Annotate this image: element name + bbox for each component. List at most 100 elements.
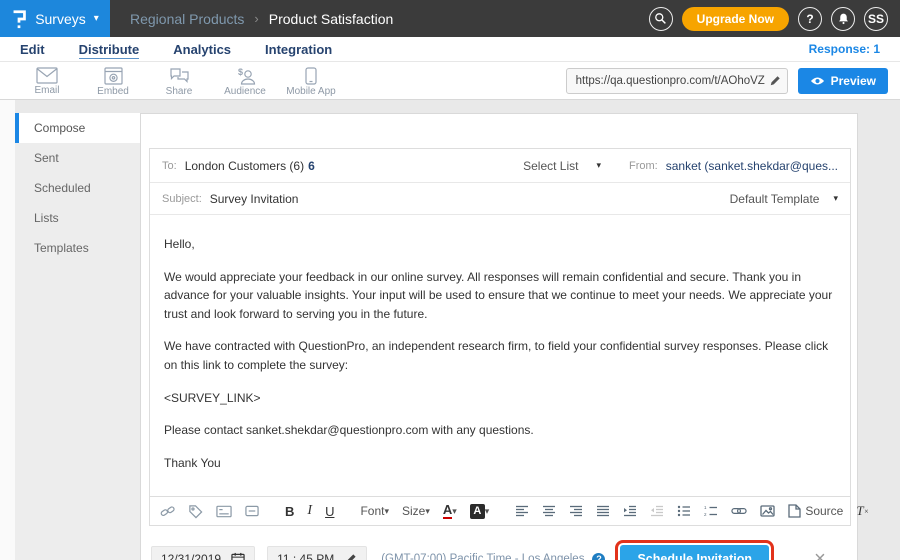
justify-icon bbox=[596, 505, 610, 517]
toolbar-item-audience[interactable]: $ Audience bbox=[212, 65, 278, 97]
button-widget-button[interactable] bbox=[245, 505, 259, 517]
select-list-dropdown[interactable]: Select List ▾ bbox=[523, 159, 601, 173]
pencil-icon bbox=[769, 75, 781, 87]
source-button[interactable]: Source bbox=[788, 504, 843, 518]
bullet-list-icon bbox=[677, 505, 691, 517]
email-icon bbox=[36, 67, 58, 84]
time-picker[interactable]: 11 : 45 PM bbox=[267, 546, 367, 560]
search-icon bbox=[654, 12, 667, 25]
pencil-icon bbox=[344, 553, 357, 560]
align-center-button[interactable] bbox=[542, 505, 556, 517]
toolbar-item-embed[interactable]: Embed bbox=[80, 65, 146, 97]
survey-url-field[interactable]: https://qa.questionpro.com/t/AOhoVZfqml bbox=[566, 68, 788, 94]
to-row: To: London Customers (6) 6 Select List ▾… bbox=[150, 149, 850, 183]
toolbar-item-mobile-app[interactable]: Mobile App bbox=[278, 65, 344, 97]
card-button[interactable] bbox=[216, 505, 232, 518]
timezone-label: (GMT-07:00) Pacific Time - Los Angeles bbox=[381, 553, 584, 560]
link-icon bbox=[731, 506, 747, 516]
to-label: To: bbox=[162, 160, 177, 172]
bell-icon bbox=[837, 12, 850, 25]
date-value: 12/31/2019 bbox=[161, 552, 221, 560]
bold-button[interactable]: B bbox=[285, 504, 294, 519]
card-icon bbox=[216, 505, 232, 518]
schedule-row: 12/31/2019 11 : 45 PM (GMT-07:00) Pacifi… bbox=[151, 540, 857, 560]
email-compose-box: To: London Customers (6) 6 Select List ▾… bbox=[149, 148, 851, 526]
size-dropdown[interactable]: Size ▾ bbox=[402, 504, 430, 518]
underline-button[interactable]: U bbox=[325, 504, 334, 519]
from-group: From: sanket (sanket.shekdar@ques... bbox=[629, 159, 838, 173]
font-dropdown[interactable]: Font ▾ bbox=[360, 504, 389, 518]
toolbar-item-email[interactable]: Email bbox=[14, 65, 80, 96]
close-icon[interactable]: × bbox=[814, 549, 826, 560]
chevron-down-icon: ▾ bbox=[485, 506, 490, 517]
body-paragraph: We would appreciate your feedback in our… bbox=[164, 268, 836, 324]
schedule-invitation-button[interactable]: Schedule Invitation bbox=[620, 545, 769, 560]
sidebar-item-sent[interactable]: Sent bbox=[15, 143, 140, 173]
align-left-button[interactable] bbox=[515, 505, 529, 517]
template-dropdown[interactable]: Default Template ▾ bbox=[730, 192, 838, 206]
breadcrumb-parent[interactable]: Regional Products bbox=[130, 11, 244, 27]
insert-image-button[interactable] bbox=[760, 505, 775, 517]
surveys-menu[interactable]: Surveys ▾ bbox=[0, 0, 110, 37]
subject-value[interactable]: Survey Invitation bbox=[210, 192, 299, 206]
image-icon bbox=[760, 505, 775, 517]
annotation-highlight: Schedule Invitation bbox=[615, 540, 774, 560]
align-right-button[interactable] bbox=[569, 505, 583, 517]
avatar[interactable]: SS bbox=[864, 7, 888, 31]
body-paragraph: <SURVEY_LINK> bbox=[164, 389, 836, 408]
tab-distribute[interactable]: Distribute bbox=[79, 40, 140, 59]
indent-button[interactable] bbox=[623, 505, 637, 517]
justify-button[interactable] bbox=[596, 505, 610, 517]
tag-button[interactable] bbox=[188, 504, 203, 519]
remove-format-button[interactable]: T× bbox=[856, 503, 869, 519]
chain-link-button[interactable] bbox=[160, 504, 175, 519]
response-count[interactable]: Response: 1 bbox=[809, 42, 880, 56]
sidebar-item-compose[interactable]: Compose bbox=[15, 113, 140, 143]
numbered-list-button[interactable]: 1 2 bbox=[704, 505, 718, 517]
tab-analytics[interactable]: Analytics bbox=[173, 40, 231, 58]
notifications-button[interactable] bbox=[831, 7, 855, 31]
sidebar-item-lists[interactable]: Lists bbox=[15, 203, 140, 233]
to-value[interactable]: London Customers (6) bbox=[185, 159, 304, 173]
distribute-toolbar: Email Embed Share $ Audience Mobile App bbox=[0, 62, 900, 100]
indent-icon bbox=[623, 505, 637, 517]
compose-sidebar: Compose Sent Scheduled Lists Templates bbox=[15, 113, 140, 560]
outdent-button[interactable] bbox=[650, 505, 664, 517]
sidebar-item-scheduled[interactable]: Scheduled bbox=[15, 173, 140, 203]
toolbar-item-share[interactable]: Share bbox=[146, 65, 212, 97]
search-button[interactable] bbox=[649, 7, 673, 31]
help-button[interactable]: ? bbox=[798, 7, 822, 31]
from-value[interactable]: sanket (sanket.shekdar@ques... bbox=[666, 159, 838, 173]
breadcrumb: Regional Products › Product Satisfaction bbox=[130, 11, 393, 27]
questionpro-logo-icon bbox=[11, 9, 27, 29]
svg-text:2: 2 bbox=[704, 512, 707, 517]
svg-text:$: $ bbox=[238, 67, 243, 77]
audience-icon: $ bbox=[235, 67, 256, 85]
header-actions: Upgrade Now ? SS bbox=[649, 7, 900, 31]
timezone-help-icon[interactable]: ? bbox=[592, 553, 605, 560]
recipient-count-badge: 6 bbox=[308, 159, 315, 173]
insert-link-button[interactable] bbox=[731, 506, 747, 516]
mobile-app-icon bbox=[305, 67, 317, 85]
italic-button[interactable]: I bbox=[307, 503, 312, 519]
tab-integration[interactable]: Integration bbox=[265, 40, 332, 58]
compose-panel: To: London Customers (6) 6 Select List ▾… bbox=[140, 113, 858, 560]
numbered-list-icon: 1 2 bbox=[704, 505, 718, 517]
preview-button[interactable]: Preview bbox=[798, 68, 888, 94]
breadcrumb-separator: › bbox=[254, 11, 258, 26]
align-left-icon bbox=[515, 505, 529, 517]
bullet-list-button[interactable] bbox=[677, 505, 691, 517]
email-body-editor[interactable]: Hello, We would appreciate your feedback… bbox=[150, 215, 850, 496]
align-right-icon bbox=[569, 505, 583, 517]
sidebar-item-templates[interactable]: Templates bbox=[15, 233, 140, 263]
tab-edit[interactable]: Edit bbox=[20, 40, 45, 58]
date-picker[interactable]: 12/31/2019 bbox=[151, 546, 255, 560]
product-menu-label: Surveys bbox=[35, 11, 86, 27]
survey-link-group: https://qa.questionpro.com/t/AOhoVZfqml … bbox=[566, 68, 888, 94]
text-color-button[interactable]: A ▾ bbox=[443, 503, 457, 519]
upgrade-now-button[interactable]: Upgrade Now bbox=[682, 7, 789, 31]
outdent-icon bbox=[650, 505, 664, 517]
background-color-button[interactable]: A ▾ bbox=[470, 504, 490, 519]
eye-icon bbox=[810, 76, 825, 86]
edit-url-button[interactable] bbox=[769, 75, 781, 87]
